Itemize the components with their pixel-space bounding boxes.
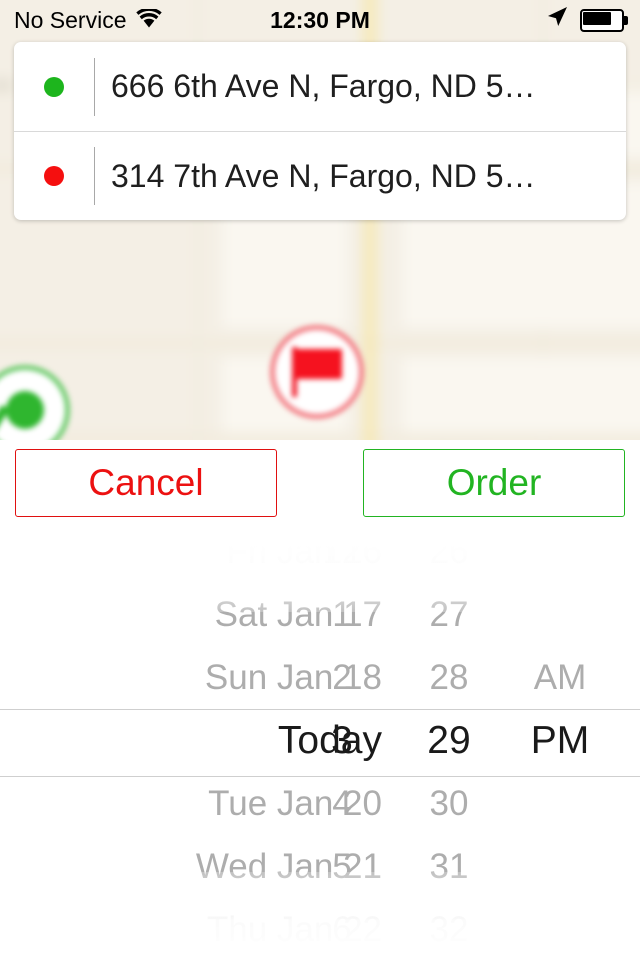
picker-ampm-cell	[500, 772, 620, 835]
destination-address-text: 314 7th Ave N, Fargo, ND 5…	[111, 157, 536, 194]
picker-minute-cell: 31	[429, 847, 469, 886]
picker-hour-cell: 3	[331, 719, 353, 762]
picker-hour-cell: 6	[332, 910, 352, 949]
destination-dot	[44, 166, 64, 186]
app-screen: s Rd 6th Ave N 5th Ave N Main A No Servi…	[0, 0, 640, 960]
picker-row[interactable]: Tue Jan 20 4 30	[0, 772, 640, 835]
picker-minute-cell: 28	[429, 658, 469, 697]
status-bar: No Service 12:30 PM	[0, 0, 640, 40]
picker-hour-cell: 5	[332, 847, 352, 886]
picker-ampm-cell	[500, 835, 620, 898]
picker-hour-cell: 12	[322, 544, 362, 571]
picker-hour-cell: 2	[332, 658, 352, 697]
origin-dot-cell	[14, 76, 94, 97]
picker-row[interactable]: Thu Jan 22 6 32	[0, 898, 640, 954]
order-button[interactable]: Order	[363, 449, 625, 517]
picker-ampm-cell	[500, 583, 620, 646]
datetime-picker[interactable]: Thu Jan 151125Fri Jan 161226Sat Jan 1712…	[0, 544, 640, 954]
clock-label: 12:30 PM	[270, 6, 370, 33]
picker-ampm-cell	[500, 544, 620, 583]
street-label: s Rd	[0, 80, 11, 92]
origin-address-row[interactable]: 666 6th Ave N, Fargo, ND 5…	[14, 42, 626, 131]
picker-row-selected[interactable]: Today 3 29 PM	[0, 709, 640, 772]
origin-dot	[44, 76, 64, 97]
location-arrow-icon	[545, 5, 569, 35]
picker-row[interactable]: Wed Jan 21 5 31	[0, 835, 640, 898]
action-button-row: Cancel Order	[0, 449, 640, 519]
address-card: 666 6th Ave N, Fargo, ND 5… 314 7th Ave …	[14, 42, 626, 220]
bottom-panel: Cancel Order Thu Jan 151125Fri Jan 16122…	[0, 440, 640, 960]
destination-dot-cell	[14, 166, 94, 186]
picker-ampm-cell: PM	[530, 719, 590, 762]
picker-hour-cell: 1	[332, 595, 352, 634]
picker-row[interactable]: Sun Jan 18 2 28 AM	[0, 646, 640, 709]
battery-icon	[580, 8, 628, 32]
cancel-button[interactable]: Cancel	[15, 449, 277, 517]
origin-address-text: 666 6th Ave N, Fargo, ND 5…	[111, 68, 536, 104]
picker-minute-cell: 27	[429, 595, 469, 634]
red-flag-pin[interactable]	[270, 325, 364, 419]
picker-minute-cell: 30	[429, 784, 469, 823]
picker-minute-cell: 32	[429, 910, 469, 949]
picker-row[interactable]: Sat Jan 17 1 27	[0, 583, 640, 646]
picker-hour-cell: 4	[332, 784, 352, 823]
picker-minute-cell: 29	[427, 719, 471, 762]
picker-row-list[interactable]: Thu Jan 151125Fri Jan 161226Sat Jan 1712…	[0, 544, 640, 954]
picker-minute-cell: 26	[429, 544, 469, 571]
status-bar-right	[545, 0, 628, 40]
picker-row[interactable]: Fri Jan 16 12 26	[0, 544, 640, 583]
picker-ampm-cell	[500, 898, 620, 954]
flag-icon	[290, 347, 344, 397]
picker-ampm-cell: AM	[533, 658, 587, 697]
destination-address-row[interactable]: 314 7th Ave N, Fargo, ND 5…	[14, 131, 626, 220]
